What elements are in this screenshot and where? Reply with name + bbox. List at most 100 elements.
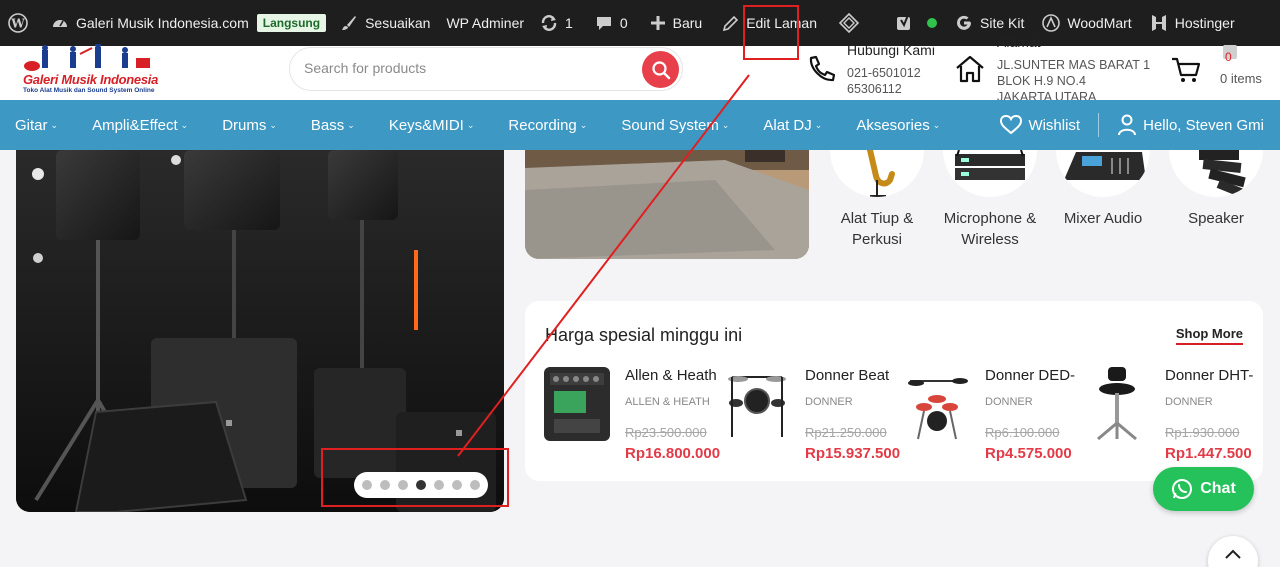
nav-divider [1098, 113, 1100, 137]
chevron-down-icon: ⌄ [466, 119, 475, 130]
hostinger-link[interactable]: Hostinger [1140, 0, 1243, 46]
annotation-box-admin-icon [743, 5, 799, 60]
nav-item-ampli-effect[interactable]: Ampli&Effect ⌄ [77, 100, 188, 150]
category-label: Alat Tiup & Perkusi [840, 210, 914, 248]
contact-phone-2: 65306112 [847, 82, 902, 96]
nav-label: Bass [310, 116, 345, 134]
comments-link[interactable]: 0 [581, 0, 636, 46]
whatsapp-chat-button[interactable]: Chat [1153, 467, 1254, 511]
contact-title: Hubungi Kami [847, 42, 935, 58]
nav-item-gitar[interactable]: Gitar ⌄ [0, 100, 58, 150]
woodmart-icon [1042, 14, 1061, 32]
site-name-link[interactable]: Galeri Musik Indonesia.com [43, 0, 257, 46]
wp-adminer-link[interactable]: WP Adminer [438, 0, 532, 46]
product-card[interactable]: Allen & Heath ALLEN & HEATH Rp23.500.000… [525, 367, 720, 467]
category-mixer[interactable]: Mixer Audio [1055, 150, 1151, 229]
customize-label: Sesuaikan [365, 15, 431, 31]
nav-item-aksesories[interactable]: Aksesories ⌄ [841, 100, 940, 150]
wordpress-logo-icon[interactable]: W [0, 0, 43, 46]
nav-item-keys-midi[interactable]: Keys&MIDI ⌄ [374, 100, 475, 150]
chevron-up-icon [1225, 549, 1241, 559]
promo-banner[interactable] [525, 150, 809, 259]
cart-items-label: 0 items [1220, 71, 1262, 86]
nav-label: Keys&MIDI [388, 116, 464, 134]
chevron-down-icon: ⌄ [721, 119, 730, 130]
comments-count: 0 [619, 15, 628, 31]
new-link[interactable]: Baru [636, 0, 711, 46]
drum-throne-thumbnail [1097, 367, 1137, 441]
deals-title: Harga spesial minggu ini [545, 325, 743, 345]
annotation-box-slider-dots [321, 448, 509, 507]
product-brand: DONNER [805, 396, 853, 408]
chevron-down-icon: ⌄ [347, 119, 355, 130]
product-price: Rp4.575.000 [985, 445, 1072, 462]
product-name: Donner DED- [985, 367, 1076, 384]
nav-item-bass[interactable]: Bass ⌄ [296, 100, 355, 150]
category-microphone[interactable]: Microphone & Wireless [942, 150, 1038, 250]
logo-tagline: Toko Alat Musik dan Sound System Online [23, 87, 155, 94]
search-input[interactable] [304, 60, 634, 76]
nav-right: Wishlist Hello, Steven Gmi [1000, 100, 1264, 150]
woodmart-label: WoodMart [1067, 15, 1132, 31]
electronic-drum-thumbnail [728, 376, 786, 437]
brush-icon [342, 16, 357, 30]
nav-label: Alat DJ [763, 116, 812, 134]
weekly-deals-section: Harga spesial minggu ini Shop More Allen… [525, 301, 1263, 481]
category-image [1056, 150, 1150, 197]
home-icon [956, 55, 984, 83]
product-old-price: Rp23.500.000 [625, 425, 707, 440]
chevron-down-icon: ⌄ [180, 119, 189, 130]
category-speaker[interactable]: Speaker [1168, 150, 1264, 229]
product-brand: DONNER [985, 396, 1033, 408]
hostinger-label: Hostinger [1174, 15, 1235, 31]
wishlist-link[interactable]: Wishlist [1000, 115, 1080, 135]
site-header: Galeri Musik Indonesia Toko Alat Musik d… [0, 34, 1280, 104]
chevron-down-icon: ⌄ [50, 119, 59, 130]
nav-label: Drums [222, 116, 267, 134]
cart-widget[interactable]: 0 0 items [1168, 43, 1278, 99]
chevron-down-icon: ⌄ [932, 119, 941, 130]
search-icon [651, 60, 670, 79]
address-info[interactable]: Alamat JL.SUNTER MAS BARAT 1 BLOK H.9 NO… [954, 32, 1154, 104]
updates-count: 1 [565, 15, 573, 31]
nav-label: Ampli&Effect [92, 116, 178, 134]
account-link[interactable]: Hello, Steven Gmi [1117, 114, 1264, 136]
new-label: Baru [672, 15, 703, 31]
saxophone-icon [867, 150, 895, 197]
category-image [830, 150, 924, 197]
nav-item-recording[interactable]: Recording ⌄ [493, 100, 587, 150]
category-label: Microphone & Wireless [943, 210, 1037, 248]
category-alat-tiup[interactable]: Alat Tiup & Perkusi [829, 150, 925, 250]
pencil-icon [723, 15, 739, 31]
product-name: Allen & Heath [625, 367, 717, 384]
nav-item-sound-system[interactable]: Sound System ⌄ [606, 100, 729, 150]
hostinger-icon [1151, 15, 1166, 31]
nav-item-drums[interactable]: Drums ⌄ [207, 100, 277, 150]
search-button[interactable] [642, 51, 679, 88]
nav-item-alat-dj[interactable]: Alat DJ ⌄ [748, 100, 822, 150]
mixer-console-icon [1064, 152, 1146, 180]
cart-count: 0 [1225, 50, 1232, 64]
product-card[interactable]: Donner DHT- DONNER Rp1.930.000 Rp1.447.5… [1065, 367, 1253, 467]
digital-mixer-thumbnail [544, 367, 610, 441]
product-card[interactable]: Donner Beat DONNER Rp21.250.000 Rp15.937… [705, 367, 900, 467]
product-name: Donner Beat [805, 367, 890, 384]
contact-info[interactable]: Hubungi Kami 021-6501012 65306112 [806, 40, 946, 100]
wireless-receiver-icon [955, 150, 1025, 180]
shop-more-link[interactable]: Shop More [1175, 326, 1243, 345]
wp-adminer-label: WP Adminer [446, 15, 525, 31]
customize-link[interactable]: Sesuaikan [326, 0, 438, 46]
chevron-down-icon: ⌄ [579, 119, 588, 130]
heart-icon [1000, 115, 1023, 135]
site-logo[interactable]: Galeri Musik Indonesia Toko Alat Musik d… [20, 44, 170, 100]
product-card[interactable]: Donner DED- DONNER Rp6.100.000 Rp4.575.0… [885, 367, 1075, 467]
scroll-to-top-button[interactable] [1208, 536, 1258, 567]
site-kit-label: Site Kit [980, 15, 1025, 31]
wishlist-label: Wishlist [1028, 116, 1081, 134]
chevron-down-icon: ⌄ [814, 119, 823, 130]
main-nav: Gitar ⌄ Ampli&Effect ⌄ Drums ⌄ Bass ⌄ Keys&M… [0, 100, 1280, 150]
dashboard-icon [53, 20, 67, 27]
updates-link[interactable]: 1 [532, 0, 581, 46]
address-line-1: JL.SUNTER MAS BARAT 1 [997, 58, 1151, 72]
comment-icon [596, 17, 611, 30]
